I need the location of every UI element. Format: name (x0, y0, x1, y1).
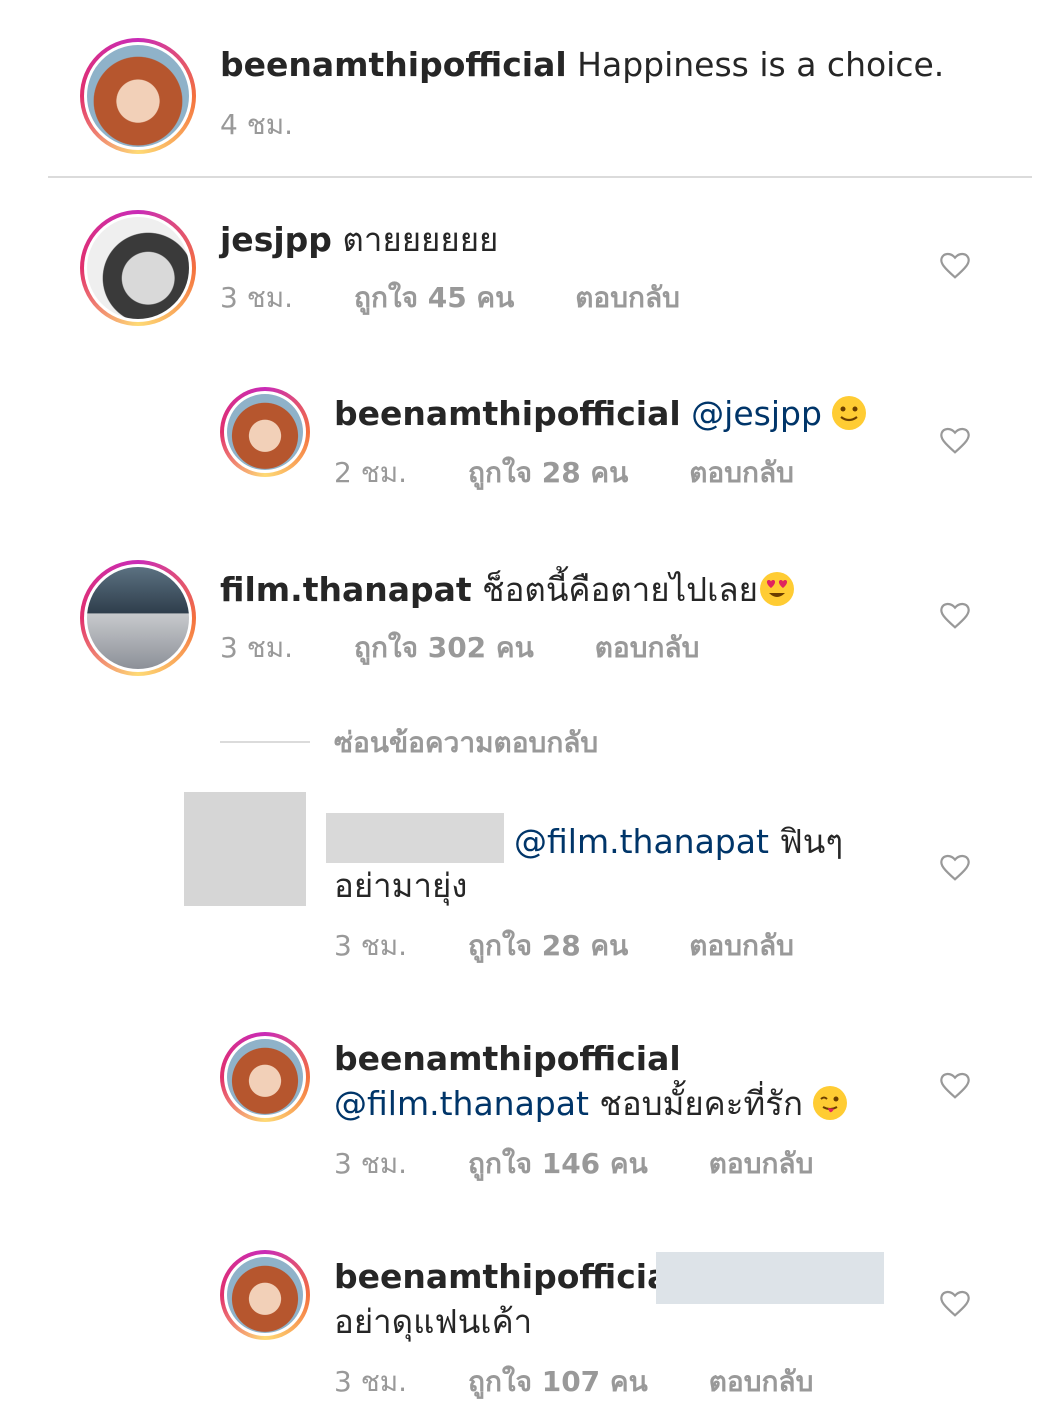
comment-avatar[interactable] (80, 560, 196, 676)
reply-meta: 3 ชม. ถูกใจ 146 คน ตอบกลับ (334, 1147, 865, 1181)
reply-username[interactable]: beenamthipofficial (334, 1039, 681, 1079)
reply-text-line: @film.thanapat ชอบมั้ยคะที่รัก (334, 1084, 847, 1124)
reply-likes[interactable]: ถูกใจ 28 คน (468, 929, 628, 962)
reply-avatar[interactable] (220, 1032, 310, 1122)
reply-mention[interactable]: @film.thanapat (334, 1084, 589, 1123)
comment-username[interactable]: jesjpp (220, 220, 332, 259)
reply-meta: 3 ชม. ถูกใจ 107 คน ตอบกลับ (334, 1365, 865, 1399)
comment-avatar[interactable] (80, 210, 196, 326)
like-heart-icon[interactable] (938, 1070, 972, 1100)
reply-button[interactable]: ตอบกลับ (689, 929, 794, 962)
post-divider (48, 176, 1032, 178)
comment-text: ตายยยยยย (342, 220, 499, 259)
reply-mention[interactable]: @film.thanapat (514, 822, 769, 861)
comment-meta: 3 ชม. ถูกใจ 302 คน ตอบกลับ (220, 631, 751, 665)
reply-button[interactable]: ตอบกลับ (709, 1365, 814, 1398)
comment-text-line: jesjpp ตายยยยยย (220, 220, 498, 260)
post-time: 4 ชม. (220, 108, 294, 141)
like-heart-icon[interactable] (938, 250, 972, 280)
reply-time: 3 ชม. (334, 1147, 408, 1180)
comment-likes[interactable]: ถูกใจ 302 คน (354, 631, 534, 664)
reply-text-line-2: อย่ามายุ่ง (334, 866, 468, 905)
reply-avatar[interactable] (220, 387, 310, 477)
reply-time: 3 ชม. (334, 929, 408, 962)
post-username[interactable]: beenamthipofficial (220, 45, 567, 84)
reply-time: 3 ชม. (334, 1365, 408, 1398)
reply-text-line: beenamthipofficial @jesjpp (334, 394, 866, 434)
reply-text: ชอบมั้ยคะที่รัก (599, 1084, 803, 1123)
reply-time: 2 ชม. (334, 456, 408, 489)
reply-text: ฟินๆ (779, 822, 844, 861)
comment-text: ช็อตนี้คือตายไปเลย (482, 570, 758, 609)
reply-text: อย่าดุแฟนเค้า (334, 1302, 533, 1341)
comment-time: 3 ชม. (220, 281, 294, 314)
comment-username[interactable]: film.thanapat (220, 570, 472, 609)
like-heart-icon[interactable] (938, 852, 972, 882)
comment-likes[interactable]: ถูกใจ 45 คน (354, 281, 514, 314)
comment-meta: 3 ชม. ถูกใจ 45 คน ตอบกลับ (220, 281, 732, 315)
reply-meta: 3 ชม. ถูกใจ 28 คน ตอบกลับ (334, 929, 846, 963)
reply-username[interactable]: beenamthipofficial (334, 394, 681, 433)
post-caption-line: beenamthipofficial Happiness is a choice… (220, 45, 944, 85)
blurred-username (326, 813, 504, 863)
reply-text-line: @film.thanapat ฟินๆ (514, 822, 843, 862)
reply-mention[interactable]: @jesjpp (691, 394, 822, 433)
winking-tongue-face-icon (812, 1086, 847, 1120)
reply-username[interactable]: beenamthipofficial (334, 1257, 681, 1297)
reply-button[interactable]: ตอบกลับ (575, 281, 680, 314)
blurred-mention (656, 1252, 884, 1304)
reply-button[interactable]: ตอบกลับ (689, 456, 794, 489)
hide-replies-button[interactable]: ซ่อนข้อความตอบกลับ (334, 726, 598, 760)
comment-time: 3 ชม. (220, 631, 294, 664)
reply-button[interactable]: ตอบกลับ (595, 631, 700, 664)
hide-replies-line (220, 741, 310, 743)
reply-likes[interactable]: ถูกใจ 107 คน (468, 1365, 648, 1398)
blurred-avatar (184, 792, 306, 906)
comment-text-line: film.thanapat ช็อตนี้คือตายไปเลย (220, 570, 794, 610)
like-heart-icon[interactable] (938, 425, 972, 455)
like-heart-icon[interactable] (938, 600, 972, 630)
heart-eyes-face-icon (759, 572, 794, 606)
post-caption: Happiness is a choice. (577, 45, 945, 84)
reply-likes[interactable]: ถูกใจ 28 คน (468, 456, 628, 489)
reply-avatar[interactable] (220, 1250, 310, 1340)
post-author-avatar[interactable] (80, 38, 196, 154)
reply-button[interactable]: ตอบกลับ (709, 1147, 814, 1180)
like-heart-icon[interactable] (938, 1288, 972, 1318)
slightly-smiling-face-icon (831, 396, 866, 430)
reply-likes[interactable]: ถูกใจ 146 คน (468, 1147, 648, 1180)
reply-meta: 2 ชม. ถูกใจ 28 คน ตอบกลับ (334, 456, 846, 490)
